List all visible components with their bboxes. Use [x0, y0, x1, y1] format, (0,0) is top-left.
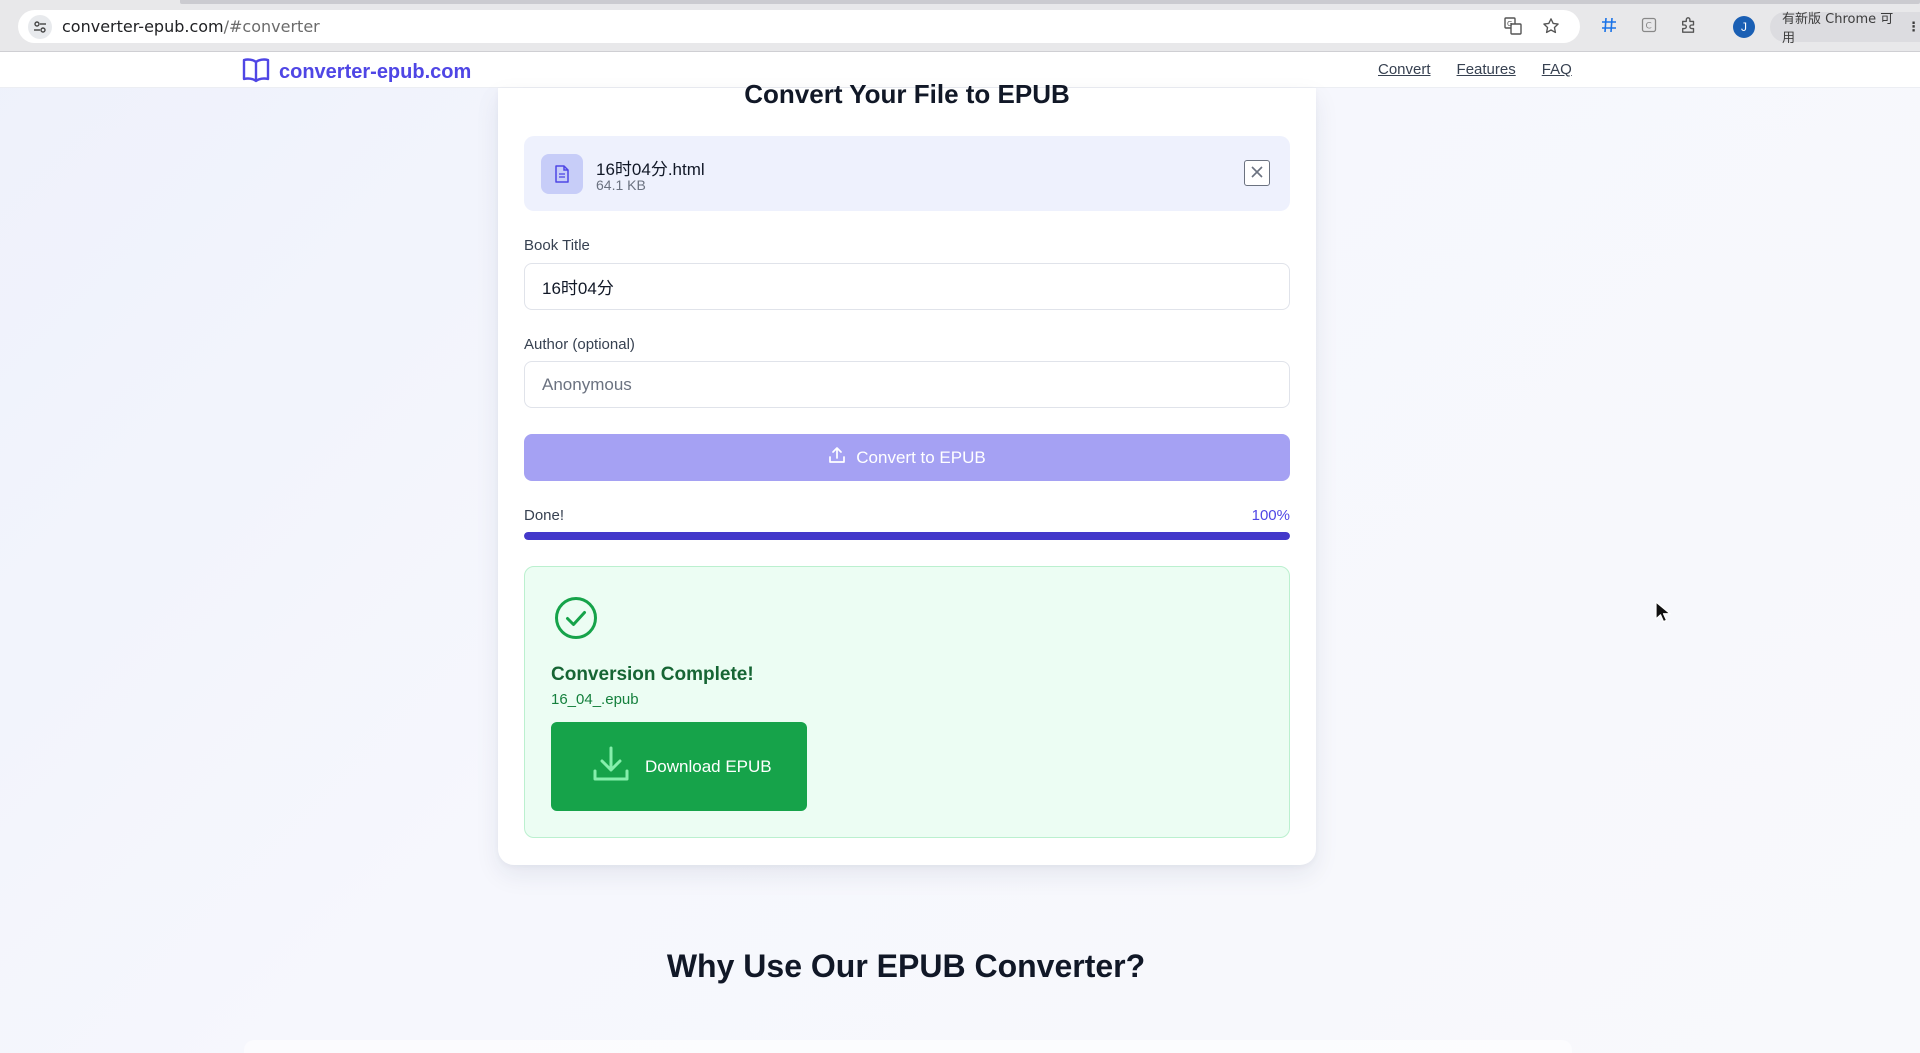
converter-card: Convert Your File to EPUB 16时04分.html 64… [498, 79, 1316, 865]
main-nav: Convert Features FAQ [1378, 61, 1572, 78]
bookmark-star-icon[interactable] [1540, 15, 1562, 37]
result-filename: 16_04_.epub [551, 691, 639, 708]
book-title-label: Book Title [524, 237, 590, 254]
upload-icon [828, 446, 846, 469]
author-input[interactable] [524, 361, 1290, 408]
file-size: 64.1 KB [596, 177, 646, 193]
url-host: converter-epub.com [62, 17, 224, 36]
progress-percent: 100% [1251, 507, 1290, 524]
brand-logo[interactable]: converter-epub.com [241, 57, 471, 88]
hash-extension-icon[interactable] [1598, 14, 1620, 36]
download-icon [591, 745, 631, 788]
features-section-edge [244, 1040, 1572, 1053]
address-bar[interactable]: converter-epub.com/#converter G [18, 10, 1580, 43]
progress-status: Done! [524, 507, 565, 524]
svg-text:G: G [1507, 20, 1512, 28]
convert-button[interactable]: Convert to EPUB [524, 434, 1290, 481]
remove-file-button[interactable] [1244, 160, 1270, 186]
chrome-update-button[interactable]: 有新版 Chrome 可用 ⋮ [1770, 12, 1920, 46]
progress-bar [524, 532, 1290, 540]
site-info-icon[interactable] [28, 14, 52, 39]
download-epub-button[interactable]: Download EPUB [551, 722, 807, 811]
result-title: Conversion Complete! [551, 664, 754, 685]
chrome-update-label: 有新版 Chrome 可用 [1782, 12, 1894, 46]
features-heading: Why Use Our EPUB Converter? [666, 948, 1146, 984]
conversion-result: Conversion Complete! 16_04_.epub Downloa… [524, 566, 1290, 838]
url-text[interactable]: converter-epub.com/#converter [62, 17, 320, 36]
author-label: Author (optional) [524, 336, 635, 353]
menu-dots-icon: ⋮ [1907, 19, 1920, 35]
check-circle-icon [554, 596, 598, 645]
converter-title: Convert Your File to EPUB [744, 79, 1070, 109]
translate-icon[interactable]: G [1502, 15, 1524, 37]
nav-link-convert[interactable]: Convert [1378, 61, 1431, 78]
book-title-input[interactable] [524, 263, 1290, 310]
url-path: /#converter [223, 17, 320, 36]
download-button-label: Download EPUB [645, 756, 772, 776]
convert-button-label: Convert to EPUB [856, 447, 986, 467]
nav-link-faq[interactable]: FAQ [1542, 61, 1572, 78]
profile-avatar[interactable]: J [1733, 16, 1755, 38]
mouse-cursor-icon [1655, 601, 1671, 628]
progress-bar-fill [524, 532, 1290, 540]
selected-file: 16时04分.html 64.1 KB [524, 136, 1290, 211]
browser-toolbar: converter-epub.com/#converter G C J 有新版 … [0, 0, 1920, 52]
book-icon [241, 57, 271, 88]
tab-strip-edge [180, 0, 1920, 4]
nav-link-features[interactable]: Features [1457, 61, 1516, 78]
svg-text:C: C [1646, 22, 1652, 32]
brand-name: converter-epub.com [279, 61, 472, 83]
puzzle-extensions-icon[interactable] [1678, 14, 1700, 36]
close-icon [1251, 165, 1263, 181]
extension-icon[interactable]: C [1638, 14, 1660, 36]
file-document-icon [541, 154, 583, 194]
